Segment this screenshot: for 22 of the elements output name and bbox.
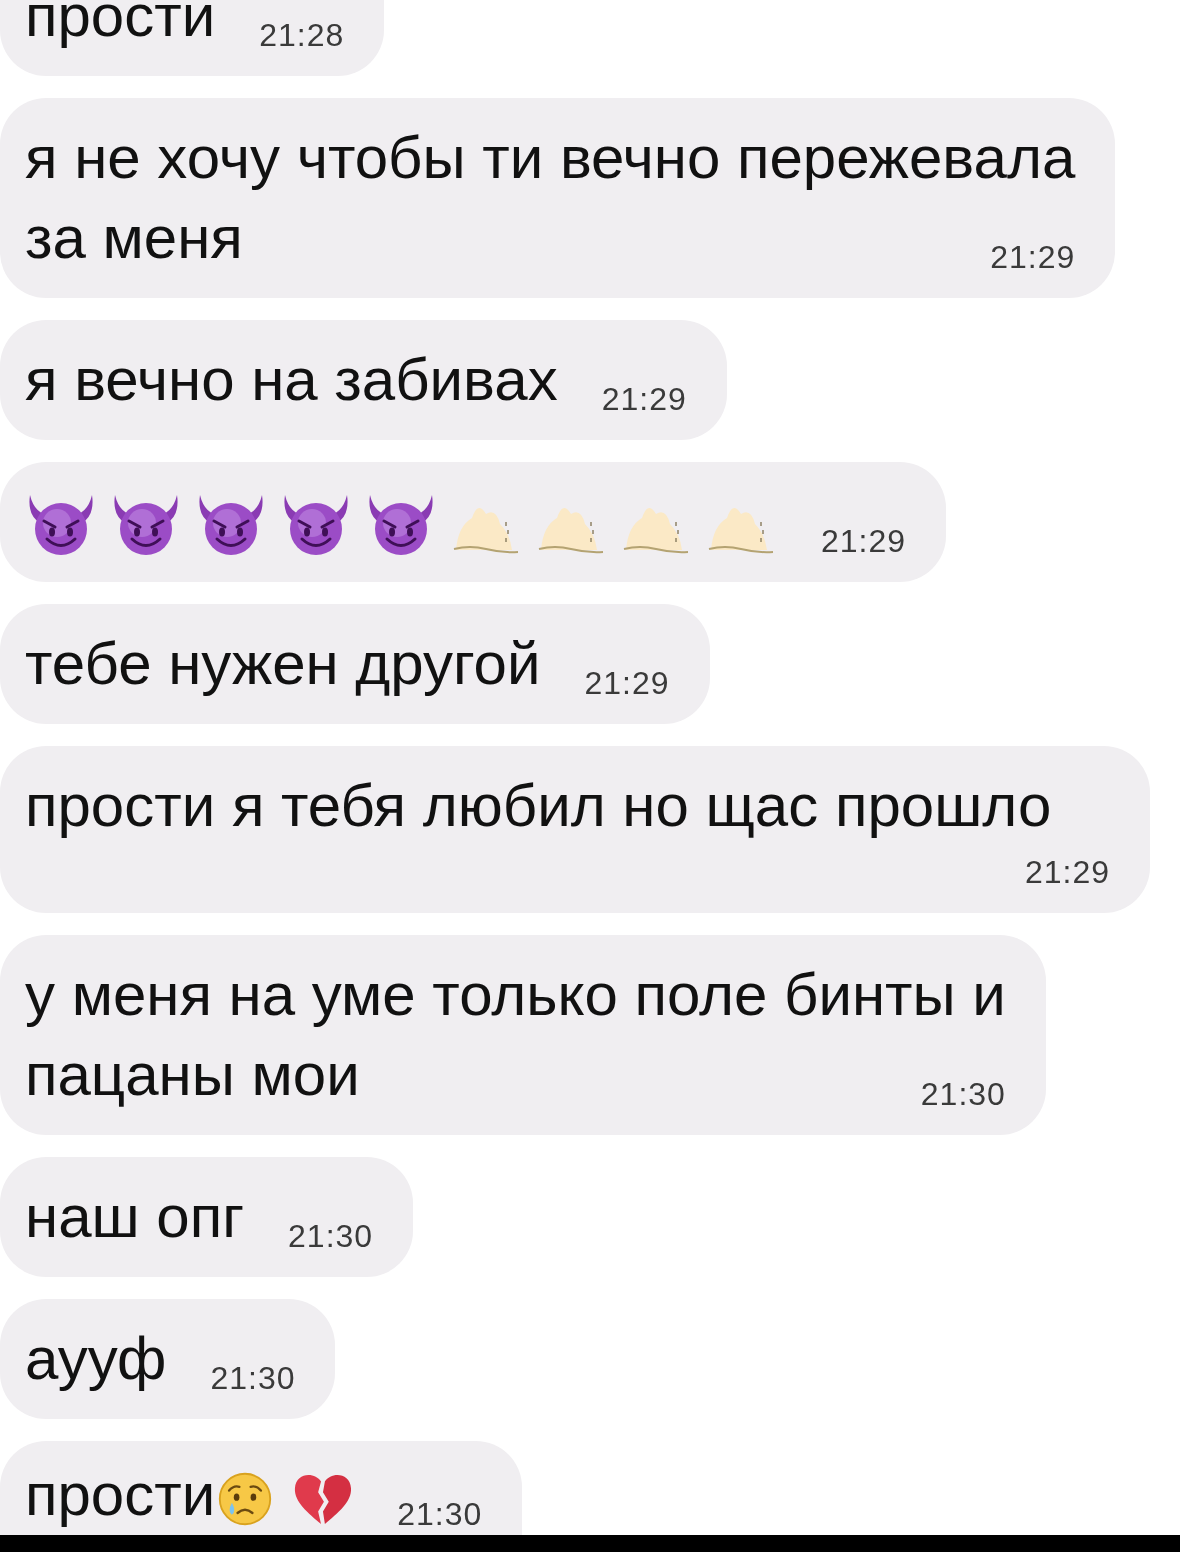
message-text: у меня на уме только поле бинты и	[25, 960, 1006, 1030]
message-time: 21:30	[920, 1076, 1006, 1112]
message-time: 21:29	[1024, 854, 1110, 890]
message-time: 21:28	[259, 17, 345, 53]
message-time: 21:30	[210, 1360, 296, 1396]
message-time: 21:29	[584, 665, 670, 701]
message-text: за меня	[25, 204, 243, 271]
message-time: 21:29	[821, 523, 907, 559]
message-text: я не хочу чтобы ти вечно пережевала	[25, 123, 1076, 193]
message-time: 21:29	[990, 239, 1076, 275]
message-text: прости я тебя любил но щас прошло	[25, 772, 1052, 839]
message-text: тебе нужен другой	[25, 630, 541, 697]
message-time: 21:29	[601, 381, 687, 417]
message-text: наш опг	[25, 1183, 245, 1250]
message-text: прости	[25, 1461, 216, 1528]
message-text: аууф	[25, 1325, 167, 1392]
message-time: 21:30	[288, 1218, 374, 1254]
message-time: 21:30	[397, 1496, 483, 1532]
message-text: пацаны мои	[25, 1041, 360, 1108]
crying-face-icon	[217, 1471, 274, 1527]
message-text: прости	[25, 0, 216, 49]
message-text: я вечно на забивах	[25, 346, 558, 413]
